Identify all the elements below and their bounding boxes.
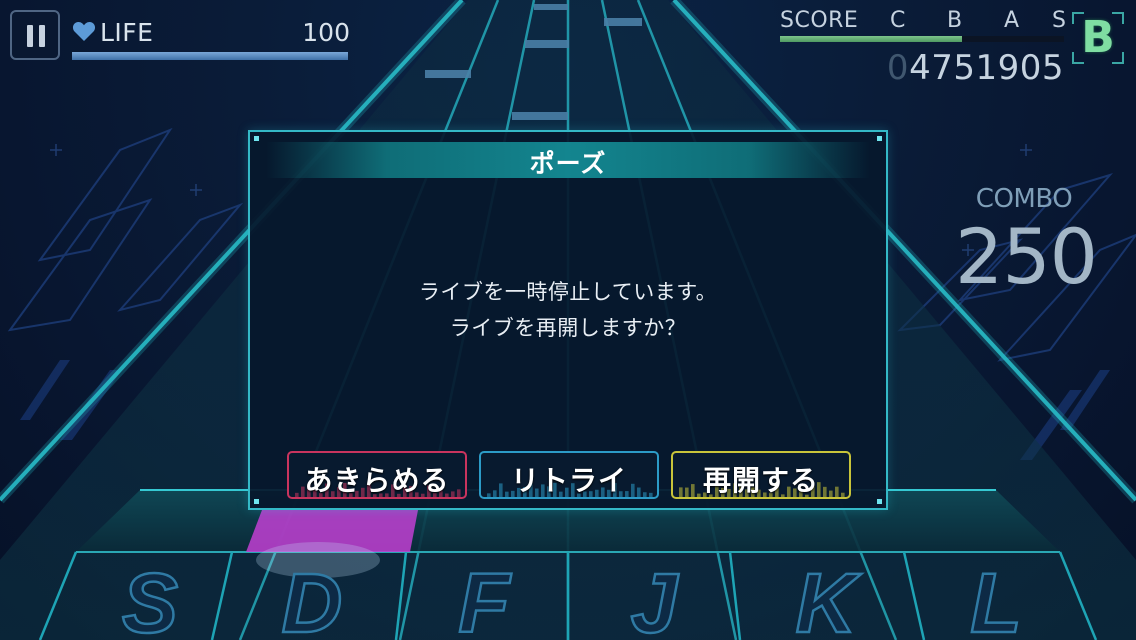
life-bar-fill: [72, 52, 348, 60]
retry-button[interactable]: リトライ: [479, 451, 659, 499]
rank-mark-b: B: [947, 8, 963, 33]
lane-key-f: F: [458, 556, 512, 640]
life-label: LIFE: [100, 18, 154, 47]
give-up-button[interactable]: あきらめる: [287, 451, 467, 499]
score-value: 04751905: [887, 48, 1064, 88]
pause-icon: [27, 25, 33, 47]
lane-key-s: S: [122, 556, 178, 640]
combo-label: COMBO: [975, 184, 1073, 214]
pause-button[interactable]: [10, 10, 60, 60]
dialog-message-line2: ライブを再開しますか？: [449, 316, 687, 340]
rank-mark-s: S: [1052, 8, 1066, 33]
combo-value: 250: [954, 212, 1098, 301]
score-leading-zero: 0: [886, 48, 910, 88]
life-value: 100: [302, 18, 350, 47]
dialog-message-line1: ライブを一時停止しています。: [418, 280, 718, 304]
lane-key-k: K: [796, 556, 862, 640]
lane-key-l: L: [970, 556, 1021, 640]
lane-key-j: J: [631, 556, 680, 640]
rank-mark-a: A: [1004, 8, 1020, 33]
resume-label: 再開する: [702, 464, 819, 497]
score-bar: [780, 36, 1064, 42]
rank-badge: B: [1072, 12, 1124, 64]
rank-letter: B: [1081, 12, 1115, 63]
give-up-label: あきらめる: [304, 464, 450, 497]
score-bar-fill: [780, 36, 962, 42]
heart-icon: [72, 21, 96, 41]
score-gauge: SCORE C B A S 04751905: [780, 6, 1070, 88]
pause-dialog: ポーズ ライブを一時停止しています。 ライブを再開しますか？ あきらめる リトラ…: [248, 130, 888, 510]
dialog-title: ポーズ: [529, 149, 607, 178]
score-label: SCORE: [780, 8, 859, 33]
rank-mark-c: C: [890, 8, 906, 33]
life-bar: [72, 52, 348, 60]
game-screen: S D F J K L LIFE 100 SCORE C B A S 04751…: [0, 0, 1136, 640]
life-gauge: LIFE 100: [72, 16, 350, 62]
lane-key-d: D: [282, 556, 343, 640]
resume-button[interactable]: 再開する: [671, 451, 851, 499]
pause-icon-bar: [39, 25, 45, 47]
score-digits: 4751905: [909, 48, 1064, 88]
retry-label: リトライ: [510, 464, 627, 497]
